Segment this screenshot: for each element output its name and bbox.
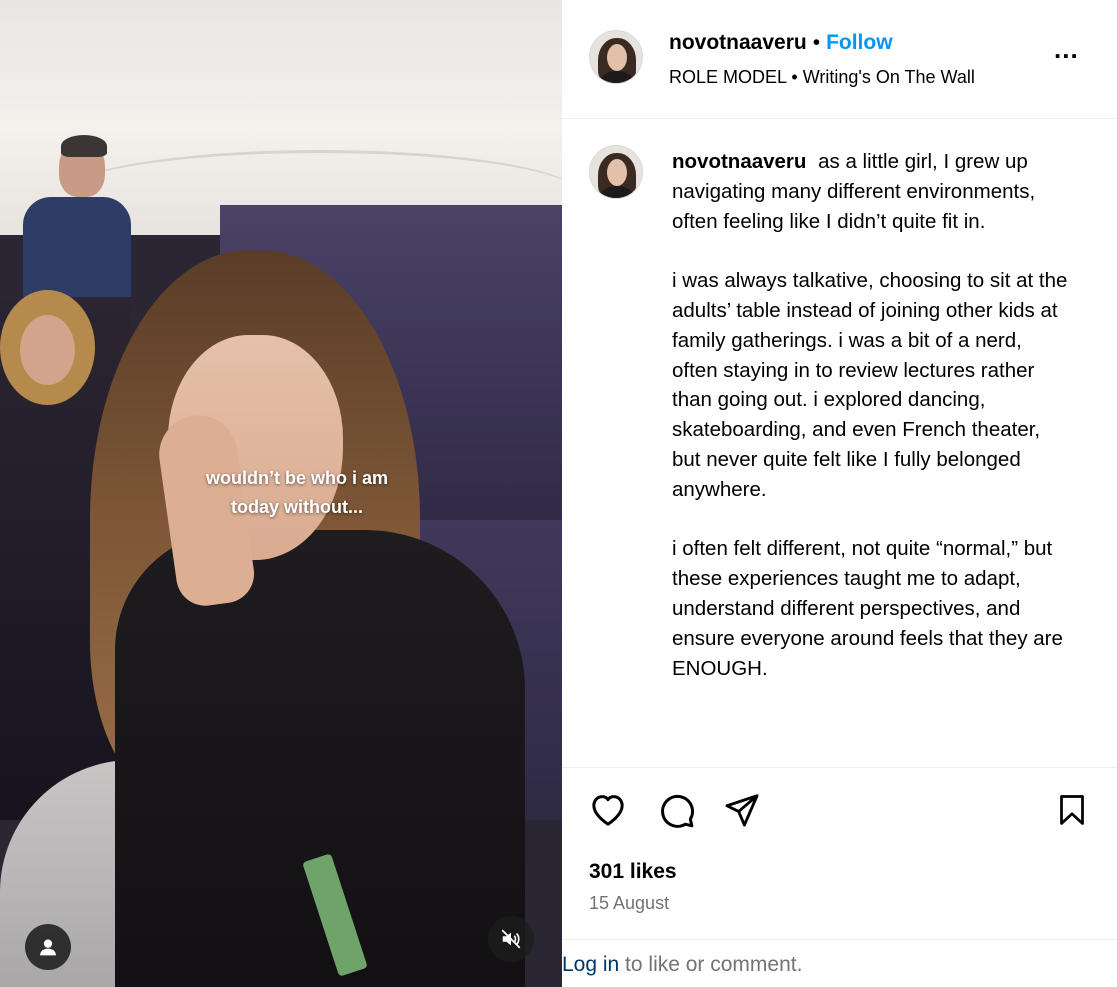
like-button[interactable] [586,788,630,832]
share-icon [725,794,759,827]
header-separator: • [812,31,821,54]
comment-icon [661,794,694,828]
post-caption: novotnaaveru as a little girl, I grew up… [672,147,1072,713]
post-actions: 301 likes 15 August [562,767,1117,939]
caption-avatar[interactable] [589,145,643,199]
audio-separator: • [791,67,798,87]
speaker-muted-icon [501,929,521,949]
header-username-link[interactable]: novotnaaveru [669,31,807,54]
video-subject [55,250,525,987]
save-button[interactable] [1050,788,1094,832]
bookmark-icon [1060,795,1084,825]
overlay-line-2: today without... [231,497,363,517]
tagged-users-button[interactable] [25,924,71,970]
audio-toggle-button[interactable] [488,916,534,962]
likes-count[interactable]: 301 likes [589,860,677,884]
post-date[interactable]: 15 August [589,893,669,914]
more-options-button[interactable]: ... [1054,36,1079,62]
comment-button[interactable] [654,788,698,832]
login-prompt-text: to like or comment. [619,953,803,976]
caption-paragraph-2: i was always talkative, choosing to sit … [672,269,1068,501]
heart-icon [592,795,624,826]
user-tag-icon [40,939,56,956]
share-button[interactable] [720,788,764,832]
post-header: novotnaaveru • Follow ROLE MODEL • Writing… [562,0,1117,119]
video-text-overlay: wouldn’t be who i am today without... [140,464,454,522]
post-media[interactable]: wouldn’t be who i am today without... [0,0,562,987]
caption-username-link[interactable]: novotnaaveru [672,150,806,173]
audio-track: Writing's On The Wall [802,67,975,87]
audio-link[interactable]: ROLE MODEL • Writing's On The Wall [669,64,975,90]
comments-scroll-area[interactable]: novotnaaveru as a little girl, I grew up… [562,120,1117,767]
avatar[interactable] [589,30,643,84]
audio-artist: ROLE MODEL [669,67,787,87]
login-link[interactable]: Log in [562,953,619,976]
post-side-panel: novotnaaveru • Follow ROLE MODEL • Writing… [562,0,1117,987]
overlay-line-1: wouldn’t be who i am [206,468,388,488]
caption-paragraph-3: i often felt different, not quite “norma… [672,537,1063,680]
follow-button[interactable]: Follow [826,31,893,54]
login-prompt: Log in to like or comment. [562,939,1117,987]
